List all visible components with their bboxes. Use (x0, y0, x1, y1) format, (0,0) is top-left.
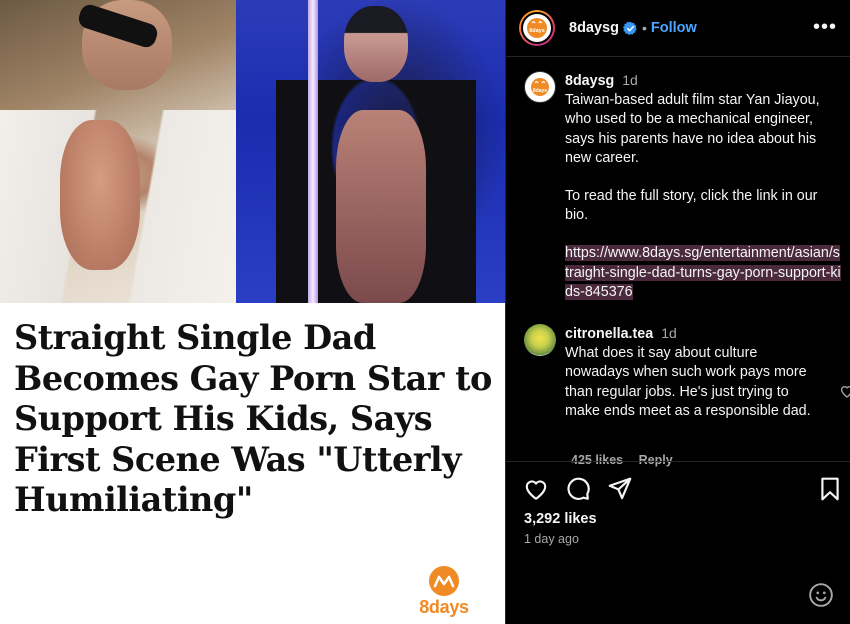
caption-username[interactable]: 8daysg (565, 73, 614, 89)
post-actions (523, 476, 843, 504)
post-sidebar: ⌃⌃ 8days 8daysg • Follow ••• ⌃⌃ 8days 8day… (505, 0, 850, 624)
photo-right (236, 0, 505, 303)
comment-time: 1d (661, 325, 677, 341)
photo-left (0, 0, 236, 303)
caption-paragraph: Taiwan-based adult film star Yan Jiayou,… (565, 92, 820, 166)
emoji-icon[interactable] (808, 582, 834, 608)
commenter-username[interactable]: citronella.tea (565, 326, 653, 342)
caption-avatar[interactable]: ⌃⌃ 8days (524, 71, 556, 103)
post-header: ⌃⌃ 8days 8daysg • Follow ••• (506, 0, 850, 57)
post-media: Straight Single Dad Becomes Gay Porn Sta… (0, 0, 505, 624)
follow-button[interactable]: Follow (651, 20, 697, 36)
separator-dot: • (641, 20, 647, 36)
caption-time: 1d (622, 72, 638, 88)
post-date: 1 day ago (524, 532, 579, 546)
bookmark-icon[interactable] (817, 476, 843, 502)
commenter-avatar[interactable] (524, 324, 556, 356)
comment: citronella.tea 1d What does it say about… (524, 324, 850, 467)
brand-name: 8days (419, 597, 469, 617)
comment-like-icon[interactable] (839, 383, 850, 399)
brand-logo: 8days (416, 566, 472, 618)
heart-icon[interactable] (523, 476, 549, 502)
post-caption: ⌃⌃ 8days 8daysg 1d Taiwan-based adult fil… (524, 71, 844, 302)
more-options-icon[interactable]: ••• (813, 16, 837, 39)
brand-logo-icon (429, 566, 459, 596)
caption-paragraph: To read the full story, click the link i… (565, 188, 818, 224)
share-icon[interactable] (607, 476, 633, 502)
account-avatar[interactable]: ⌃⌃ 8days (519, 10, 555, 46)
post-headline: Straight Single Dad Becomes Gay Porn Sta… (14, 318, 492, 519)
comment-reply[interactable]: Reply (639, 453, 673, 467)
like-count[interactable]: 3,292 likes (524, 511, 597, 527)
comment-text: What does it say about culture nowadays … (565, 345, 811, 419)
comment-likes[interactable]: 425 likes (571, 453, 623, 467)
light-pole (308, 0, 318, 303)
comment-icon[interactable] (565, 476, 591, 502)
account-username[interactable]: 8daysg (569, 20, 619, 36)
verified-icon (622, 21, 637, 35)
article-link[interactable]: https://www.8days.sg/entertainment/asian… (565, 245, 841, 300)
